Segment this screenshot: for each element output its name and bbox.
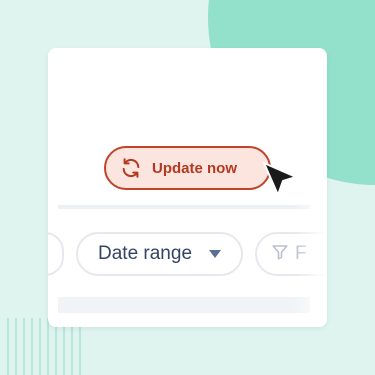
date-range-label: Date range <box>98 243 193 264</box>
section-divider <box>58 205 310 209</box>
mouse-cursor-icon <box>263 162 297 196</box>
filter-label: F <box>295 243 307 264</box>
update-now-button[interactable]: Update now <box>104 146 271 190</box>
refresh-icon <box>120 157 142 179</box>
filter-button[interactable]: F <box>255 232 327 276</box>
table-header-strip <box>58 297 310 313</box>
previous-filter-chip[interactable] <box>48 232 64 276</box>
filter-icon <box>271 243 289 266</box>
date-range-dropdown[interactable]: Date range <box>76 232 243 276</box>
caret-down-icon <box>208 249 222 259</box>
scene: Update now Date range F <box>0 0 375 375</box>
update-now-label: Update now <box>152 159 237 177</box>
